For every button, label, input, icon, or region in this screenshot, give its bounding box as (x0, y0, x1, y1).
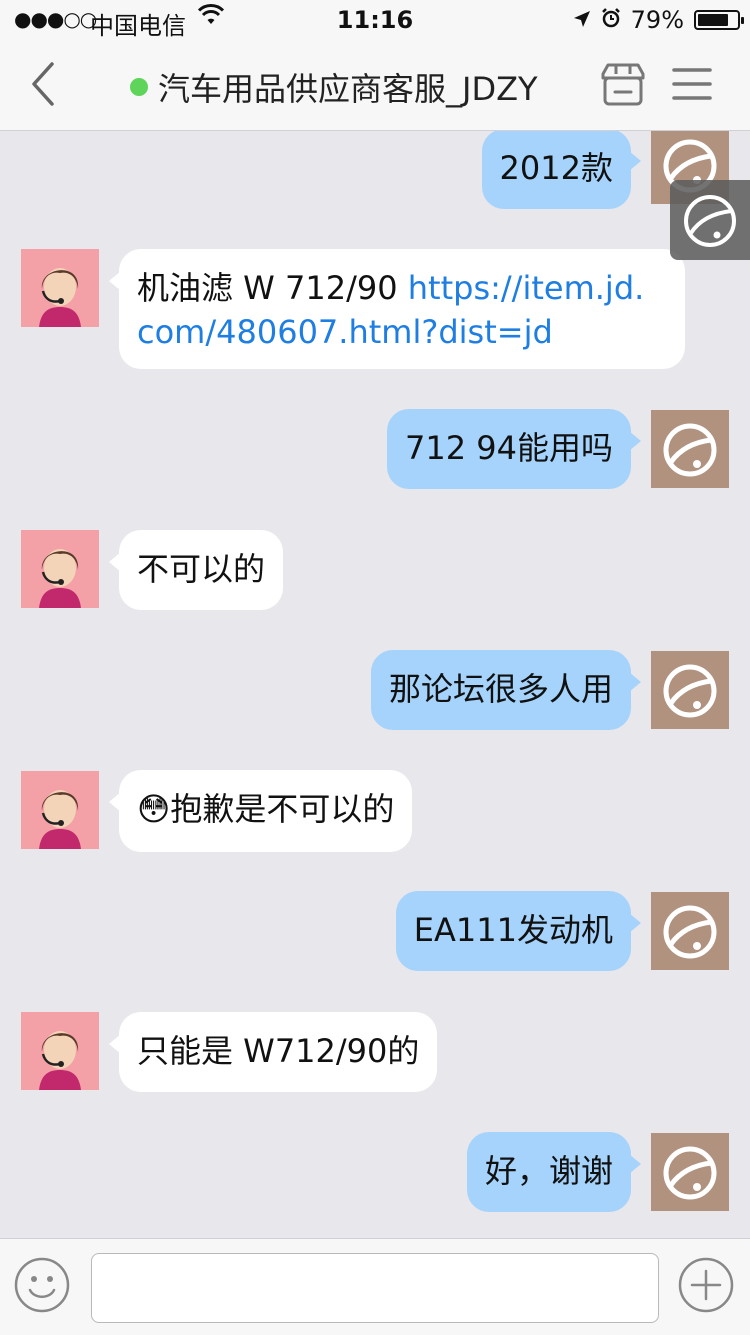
message-bubble-sent[interactable]: 好，谢谢 (466, 1132, 642, 1212)
alarm-clock-icon (601, 6, 621, 34)
message-bubble-received[interactable]: 机油滤 W 712/90 https://item.jd. com/480607.… (109, 249, 685, 369)
shop-button[interactable] (598, 62, 648, 108)
message-bubble-sent[interactable]: EA111发动机 (395, 891, 642, 971)
location-arrow-icon (573, 6, 591, 34)
message-bubble-sent[interactable]: 2012款 (481, 131, 642, 209)
my-avatar[interactable] (651, 892, 729, 970)
chevron-left-icon (32, 62, 54, 106)
more-actions-button[interactable] (678, 1257, 734, 1313)
chat-title: 汽车用品供应商客服_JDZY (130, 64, 538, 110)
status-bar: ●●●○○ 中国电信 11:16 79% (0, 0, 750, 40)
message-bubble-received[interactable]: 只能是 W712/90的 (108, 1012, 438, 1092)
hamburger-menu-icon (672, 68, 712, 100)
message-bubble-received[interactable]: 😳抱歉是不可以的 (108, 770, 413, 852)
smiley-face-icon (14, 1257, 70, 1313)
product-link[interactable]: https://item.jd. (408, 269, 645, 307)
nav-bar: 汽车用品供应商客服_JDZY (0, 40, 750, 131)
message-bubble-sent[interactable]: 712 94能用吗 (387, 409, 641, 489)
agent-avatar[interactable] (21, 530, 99, 608)
chat-message-list[interactable]: 2012款 机油滤 W 712/90 https://item.jd. com/4… (0, 131, 750, 1238)
my-avatar[interactable] (651, 1133, 729, 1211)
agent-avatar[interactable] (21, 249, 99, 327)
message-text-input[interactable] (91, 1253, 659, 1323)
menu-button[interactable] (672, 64, 712, 104)
assistant-icon (684, 195, 736, 247)
flushed-face-emoji-icon: 😳 (137, 790, 171, 828)
agent-avatar[interactable] (21, 1012, 99, 1090)
floating-assistant-button[interactable] (670, 180, 750, 260)
plus-circle-icon (678, 1257, 734, 1313)
back-button[interactable] (24, 56, 68, 112)
agent-avatar[interactable] (21, 771, 99, 849)
message-input-bar (0, 1238, 750, 1335)
message-bubble-sent[interactable]: 那论坛很多人用 (370, 650, 642, 730)
my-avatar[interactable] (651, 410, 729, 488)
product-link-continued[interactable]: com/480607.html?dist=jd (137, 313, 553, 351)
emoji-button[interactable] (14, 1257, 70, 1313)
online-status-dot (130, 78, 148, 96)
message-bubble-received[interactable]: 不可以的 (108, 530, 284, 610)
store-icon (601, 63, 645, 106)
my-avatar[interactable] (651, 651, 729, 729)
battery-icon (694, 10, 744, 30)
chat-title-text: 汽车用品供应商客服_JDZY (158, 70, 538, 108)
battery-percent: 79% (630, 6, 684, 34)
